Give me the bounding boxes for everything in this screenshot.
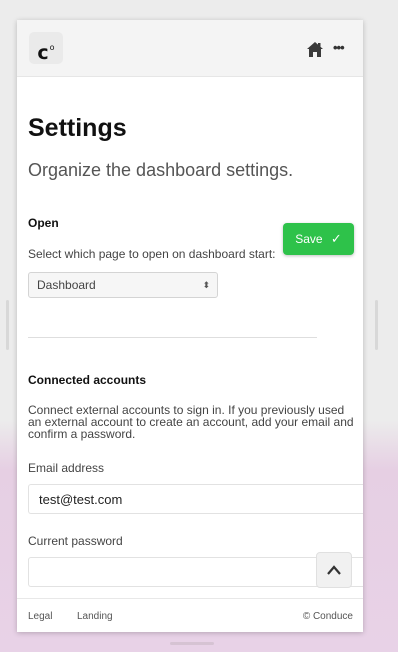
background-edge-right xyxy=(375,300,378,350)
password-label: Current password xyxy=(28,534,123,548)
top-bar: co ••• xyxy=(17,20,363,77)
home-icon[interactable] xyxy=(306,41,324,58)
page-subtitle: Organize the dashboard settings. xyxy=(28,160,294,180)
footer-link-legal[interactable]: Legal xyxy=(28,611,52,622)
bottom-handle xyxy=(170,642,214,645)
copyright-text: © Conduce xyxy=(302,611,353,622)
connected-accounts-description: Connect external accounts to sign in. If… xyxy=(28,403,354,441)
more-options-icon[interactable]: ••• xyxy=(333,36,355,60)
start-page-select-value: Dashboard xyxy=(37,278,96,292)
password-field[interactable] xyxy=(28,557,363,587)
start-page-select[interactable]: Dashboard ⬍ xyxy=(28,272,218,298)
open-section-heading: Open xyxy=(28,216,59,230)
checkmark-icon: ✓ xyxy=(330,231,342,246)
save-button-label: Save xyxy=(295,232,323,246)
save-button[interactable]: Save ✓ xyxy=(283,223,354,255)
section-divider xyxy=(28,337,317,338)
footer: Legal Landing © Conduce xyxy=(17,598,363,632)
background-edge-left xyxy=(6,300,9,350)
open-section-hint: Select which page to open on dashboard s… xyxy=(28,247,276,261)
mobile-viewport: co ••• Settings Organize the dashboard s… xyxy=(17,20,363,632)
connected-accounts-heading: Connected accounts xyxy=(28,373,147,387)
logo-letter: c xyxy=(37,42,49,64)
conduce-logo[interactable]: co xyxy=(29,32,63,64)
select-arrows-icon: ⬍ xyxy=(202,280,210,290)
footer-link-landing[interactable]: Landing xyxy=(77,611,113,622)
page-title: Settings xyxy=(28,114,127,142)
scroll-to-top-button[interactable] xyxy=(316,552,352,588)
chevron-up-icon xyxy=(327,565,341,575)
email-field[interactable] xyxy=(28,484,363,514)
email-label: Email address xyxy=(28,461,105,475)
logo-mark: o xyxy=(49,43,55,52)
